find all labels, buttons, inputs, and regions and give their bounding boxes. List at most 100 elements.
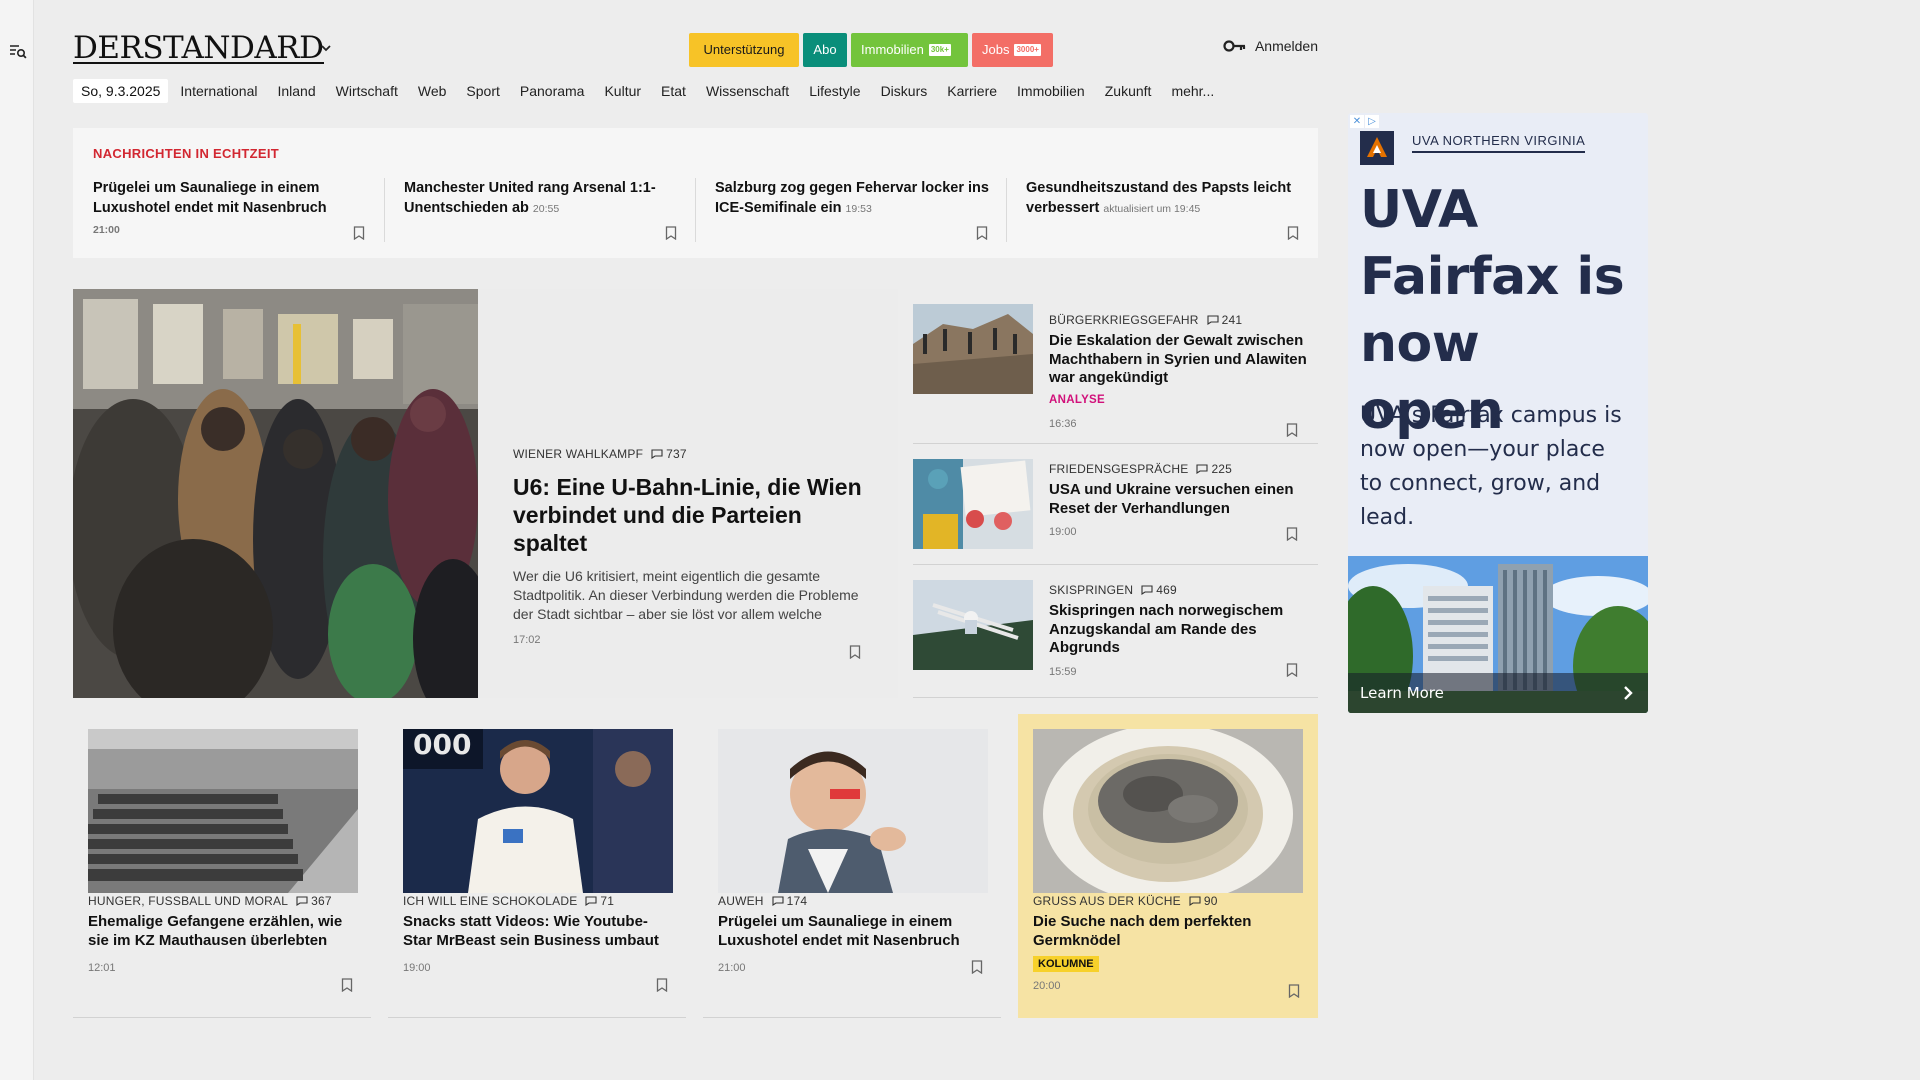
- comment-count[interactable]: 737: [651, 447, 687, 461]
- comment-count[interactable]: 174: [772, 894, 808, 908]
- story-image: [1033, 729, 1303, 893]
- nav-item-inland[interactable]: Inland: [277, 83, 315, 99]
- nav-item-international[interactable]: International: [180, 83, 257, 99]
- story-card[interactable]: 000 ICH WILL EINE SCHOKOLADE 71 Snacks s…: [388, 714, 686, 1018]
- nav-item-kultur[interactable]: Kultur: [604, 83, 641, 99]
- nav-item-diskurs[interactable]: Diskurs: [881, 83, 928, 99]
- abo-button[interactable]: Abo: [803, 33, 847, 67]
- lead-photo[interactable]: [73, 289, 478, 698]
- nav-item-karriere[interactable]: Karriere: [947, 83, 997, 99]
- lead-teaser: Wer die U6 kritisiert, meint eigentlich …: [513, 568, 859, 622]
- ad-info-icon[interactable]: ▷: [1365, 115, 1379, 128]
- comment-icon: [651, 449, 663, 459]
- live-ticker: NACHRICHTEN IN ECHTZEIT Prügelei um Saun…: [73, 128, 1318, 258]
- comment-count[interactable]: 241: [1207, 313, 1243, 327]
- ticker-item[interactable]: Prügelei um Saunaliege in einem Luxushot…: [93, 178, 383, 242]
- search-menu-icon[interactable]: [9, 42, 27, 60]
- jobs-button[interactable]: Jobs 3000+: [972, 33, 1053, 67]
- lead-story[interactable]: WIENER WAHLKAMPF 737 U6: Eine U-Bahn-Lin…: [73, 289, 898, 698]
- story-thumbnail: [913, 580, 1033, 670]
- comment-icon: [772, 896, 784, 906]
- header-pills: Unterstützung Abo Immobilien 30k+ Jobs 300…: [689, 33, 1053, 67]
- story-card[interactable]: AUWEH 174 Prügelei um Saunaliege in eine…: [703, 714, 1001, 1018]
- story-time: 12:01: [88, 962, 116, 974]
- bookmark-icon[interactable]: [665, 226, 677, 240]
- story-title[interactable]: Prügelei um Saunaliege in einem Luxushot…: [718, 913, 988, 950]
- comment-count[interactable]: 90: [1189, 894, 1218, 908]
- nav-item-more[interactable]: mehr...: [1171, 83, 1214, 99]
- kicker-label: WIENER WAHLKAMPF: [513, 447, 644, 461]
- story-title[interactable]: Skispringen nach norwegischem Anzugskand…: [1049, 602, 1309, 658]
- nav-item-panorama[interactable]: Panorama: [520, 83, 585, 99]
- bookmark-icon[interactable]: [341, 978, 353, 992]
- bookmark-icon[interactable]: [971, 960, 983, 974]
- ticker-item[interactable]: Gesundheitszustand des Papsts leicht ver…: [1026, 178, 1316, 242]
- svg-text:000: 000: [413, 729, 471, 761]
- ticker-time: 19:53: [845, 203, 872, 215]
- comment-count-value: 241: [1221, 313, 1243, 327]
- comment-count[interactable]: 225: [1196, 462, 1232, 476]
- story-body: SKISPRINGEN 469 Skispringen nach norwegi…: [1049, 583, 1309, 678]
- story-body: BÜRGERKRIEGSGEFAHR 241 Die Eskalation de…: [1049, 313, 1309, 430]
- story-card[interactable]: HUNGER, FUSSBALL UND MORAL 367 Ehemalige…: [73, 714, 371, 1018]
- nav-item-web[interactable]: Web: [418, 83, 447, 99]
- side-story[interactable]: BÜRGERKRIEGSGEFAHR 241 Die Eskalation de…: [913, 301, 1318, 444]
- story-title[interactable]: USA und Ukraine versuchen einen Reset de…: [1049, 481, 1309, 518]
- nav-item-wirtschaft[interactable]: Wirtschaft: [336, 83, 398, 99]
- ticker-time: 20:55: [532, 203, 560, 215]
- ticker-item[interactable]: Salzburg zog gegen Fehervar locker ins I…: [715, 178, 1005, 242]
- ad-brand: UVA NORTHERN VIRGINIA: [1412, 133, 1586, 153]
- login-button[interactable]: Anmelden: [1223, 38, 1318, 54]
- story-image: [718, 729, 988, 893]
- subway-crowd-photo: [73, 289, 478, 698]
- story-title[interactable]: Die Suche nach dem perfekten Germknödel: [1033, 913, 1303, 950]
- comment-count[interactable]: 71: [585, 894, 614, 908]
- nav-item-immobilien[interactable]: Immobilien: [1017, 83, 1085, 99]
- ticker-title: Manchester United rang Arsenal 1:1-Unent…: [404, 180, 656, 216]
- nav-item-etat[interactable]: Etat: [661, 83, 686, 99]
- lead-title[interactable]: U6: Eine U-Bahn-Linie, die Wien verbinde…: [513, 473, 873, 557]
- nav-item-sport[interactable]: Sport: [466, 83, 499, 99]
- comment-count[interactable]: 469: [1141, 583, 1177, 597]
- story-card-column[interactable]: GRUSS AUS DER KÜCHE 90 Die Suche nach de…: [1018, 714, 1318, 1018]
- logo[interactable]: DERSTANDARD: [73, 28, 324, 66]
- advertisement[interactable]: ✕ ▷ UVA NORTHERN VIRGINIA UVA Fairfax is…: [1348, 113, 1648, 713]
- story-title[interactable]: Ehemalige Gefangene erzählen, wie sie im…: [88, 913, 358, 950]
- bookmark-icon[interactable]: [849, 645, 861, 659]
- nav-item-zukunft[interactable]: Zukunft: [1105, 83, 1152, 99]
- immobilien-label: Immobilien: [861, 42, 924, 57]
- analyse-label: ANALYSE: [1049, 393, 1105, 406]
- abo-label: Abo: [813, 42, 837, 57]
- support-button[interactable]: Unterstützung: [689, 33, 799, 67]
- story-title[interactable]: Snacks statt Videos: Wie Youtube-Star Mr…: [403, 913, 673, 950]
- story-kicker: FRIEDENSGESPRÄCHE 225: [1049, 462, 1309, 476]
- chevron-down-icon[interactable]: [319, 41, 333, 55]
- side-story[interactable]: FRIEDENSGESPRÄCHE 225 USA und Ukraine ve…: [913, 444, 1318, 565]
- bookmark-icon[interactable]: [1287, 226, 1299, 240]
- story-kicker: ICH WILL EINE SCHOKOLADE 71: [403, 894, 673, 908]
- nav-item-wissenschaft[interactable]: Wissenschaft: [706, 83, 789, 99]
- comment-count[interactable]: 367: [296, 894, 332, 908]
- close-icon[interactable]: ✕: [1350, 115, 1364, 128]
- bookmark-icon[interactable]: [976, 226, 988, 240]
- immobilien-button[interactable]: Immobilien 30k+: [851, 33, 968, 67]
- comment-count-value: 174: [786, 894, 808, 908]
- story-body: AUWEH 174 Prügelei um Saunaliege in eine…: [718, 894, 988, 974]
- ticker-item[interactable]: Manchester United rang Arsenal 1:1-Unent…: [404, 178, 694, 242]
- bookmark-icon[interactable]: [1288, 984, 1300, 998]
- nav-item-lifestyle[interactable]: Lifestyle: [809, 83, 860, 99]
- bookmark-icon[interactable]: [1286, 527, 1298, 541]
- story-body: GRUSS AUS DER KÜCHE 90 Die Suche nach de…: [1033, 894, 1303, 992]
- comment-count-value: 90: [1203, 894, 1218, 908]
- learn-more-button[interactable]: Learn More: [1348, 673, 1648, 713]
- story-title[interactable]: Die Eskalation der Gewalt zwischen Macht…: [1049, 332, 1309, 388]
- comment-count-value: 469: [1156, 583, 1177, 597]
- bookmark-icon[interactable]: [1286, 663, 1298, 677]
- bookmark-icon[interactable]: [656, 978, 668, 992]
- bookmark-icon[interactable]: [353, 226, 365, 240]
- bookmark-icon[interactable]: [1286, 423, 1298, 437]
- left-rail: [0, 0, 34, 1080]
- side-story[interactable]: SKISPRINGEN 469 Skispringen nach norwegi…: [913, 565, 1318, 698]
- ad-choices[interactable]: ✕ ▷: [1350, 115, 1379, 128]
- main-nav: So, 9.3.2025 International Inland Wirtsc…: [73, 78, 1234, 104]
